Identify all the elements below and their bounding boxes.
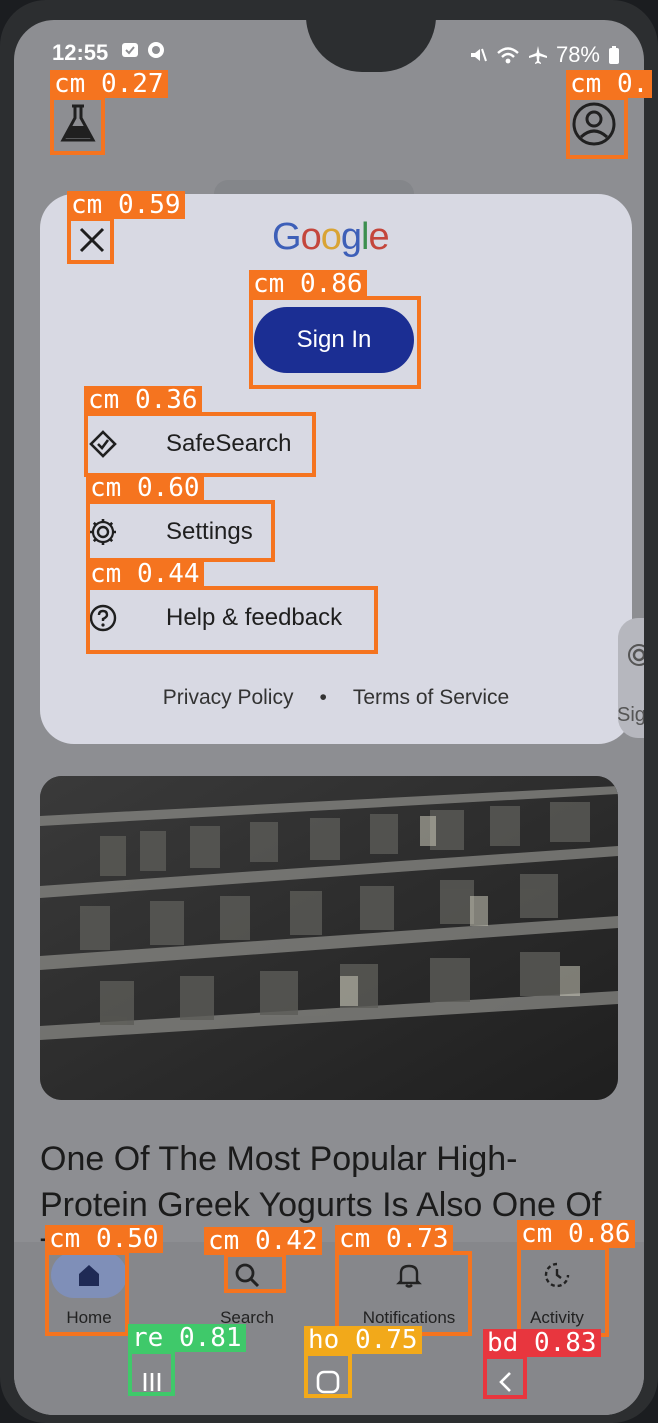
- detection-label: cm 0.50: [45, 1225, 163, 1253]
- detection-box: cm 0.36: [84, 386, 316, 477]
- peek-sign-label: Sig: [617, 704, 644, 726]
- detection-label: cm 0.59: [67, 191, 185, 219]
- battery-icon: [608, 45, 620, 65]
- mute-icon: [468, 45, 488, 65]
- privacy-policy-link[interactable]: Privacy Policy: [163, 686, 294, 710]
- detection-label: ho 0.75: [304, 1326, 422, 1354]
- detection-box: cm 0.60: [86, 474, 275, 562]
- detection-box: re 0.81: [128, 1324, 246, 1396]
- app-notification-icon: [146, 40, 166, 60]
- detection-box: cm 0.27: [50, 70, 168, 155]
- detection-box: cm 0.86: [249, 270, 421, 389]
- logo-letter: g: [340, 216, 362, 258]
- gear-icon: [628, 644, 644, 666]
- detection-box: cm 0.86: [517, 1220, 635, 1337]
- detection-label: cm 0.86: [517, 1220, 635, 1248]
- battery-percent: 78%: [555, 42, 600, 67]
- detection-box: cm 0.: [566, 70, 653, 159]
- detection-label: cm 0.27: [50, 70, 168, 98]
- logo-letter: e: [368, 216, 389, 258]
- wifi-icon: [496, 45, 520, 65]
- detection-box: cm 0.50: [45, 1225, 163, 1336]
- sheet-footer: Privacy Policy • Terms of Service: [40, 686, 632, 710]
- detection-box: cm 0.44: [86, 560, 378, 654]
- detection-box: bd 0.83: [483, 1329, 601, 1399]
- logo-letter: G: [272, 216, 302, 258]
- detection-label: re 0.81: [128, 1324, 246, 1352]
- airplane-icon: [528, 45, 548, 65]
- detection-label: cm 0.36: [84, 386, 202, 414]
- status-time: 12:55: [52, 40, 109, 65]
- google-logo: Google: [272, 216, 390, 259]
- logo-letter: o: [300, 216, 322, 258]
- article-image[interactable]: [40, 776, 618, 1100]
- detection-label: cm 0.44: [86, 560, 204, 588]
- detection-label: cm 0.42: [204, 1227, 322, 1255]
- detection-box: cm 0.42: [204, 1227, 322, 1293]
- footer-separator: •: [319, 686, 327, 709]
- grocery-shelves-image: [40, 776, 618, 1100]
- terms-of-service-link[interactable]: Terms of Service: [353, 686, 509, 710]
- detection-label: bd 0.83: [483, 1329, 601, 1357]
- detection-box: ho 0.75: [304, 1326, 422, 1398]
- notification-icon: [120, 40, 140, 60]
- detection-label: cm 0.86: [249, 270, 367, 298]
- detection-box: cm 0.73: [335, 1225, 472, 1336]
- detection-label: cm 0.73: [335, 1225, 453, 1253]
- detection-box: cm 0.59: [67, 191, 185, 264]
- logo-letter: o: [320, 216, 342, 258]
- detection-label: cm 0.: [566, 70, 653, 98]
- phone-frame: 12:55 78% Google Sign In SafeSearch Sett…: [0, 0, 658, 1423]
- detection-label: cm 0.60: [86, 474, 204, 502]
